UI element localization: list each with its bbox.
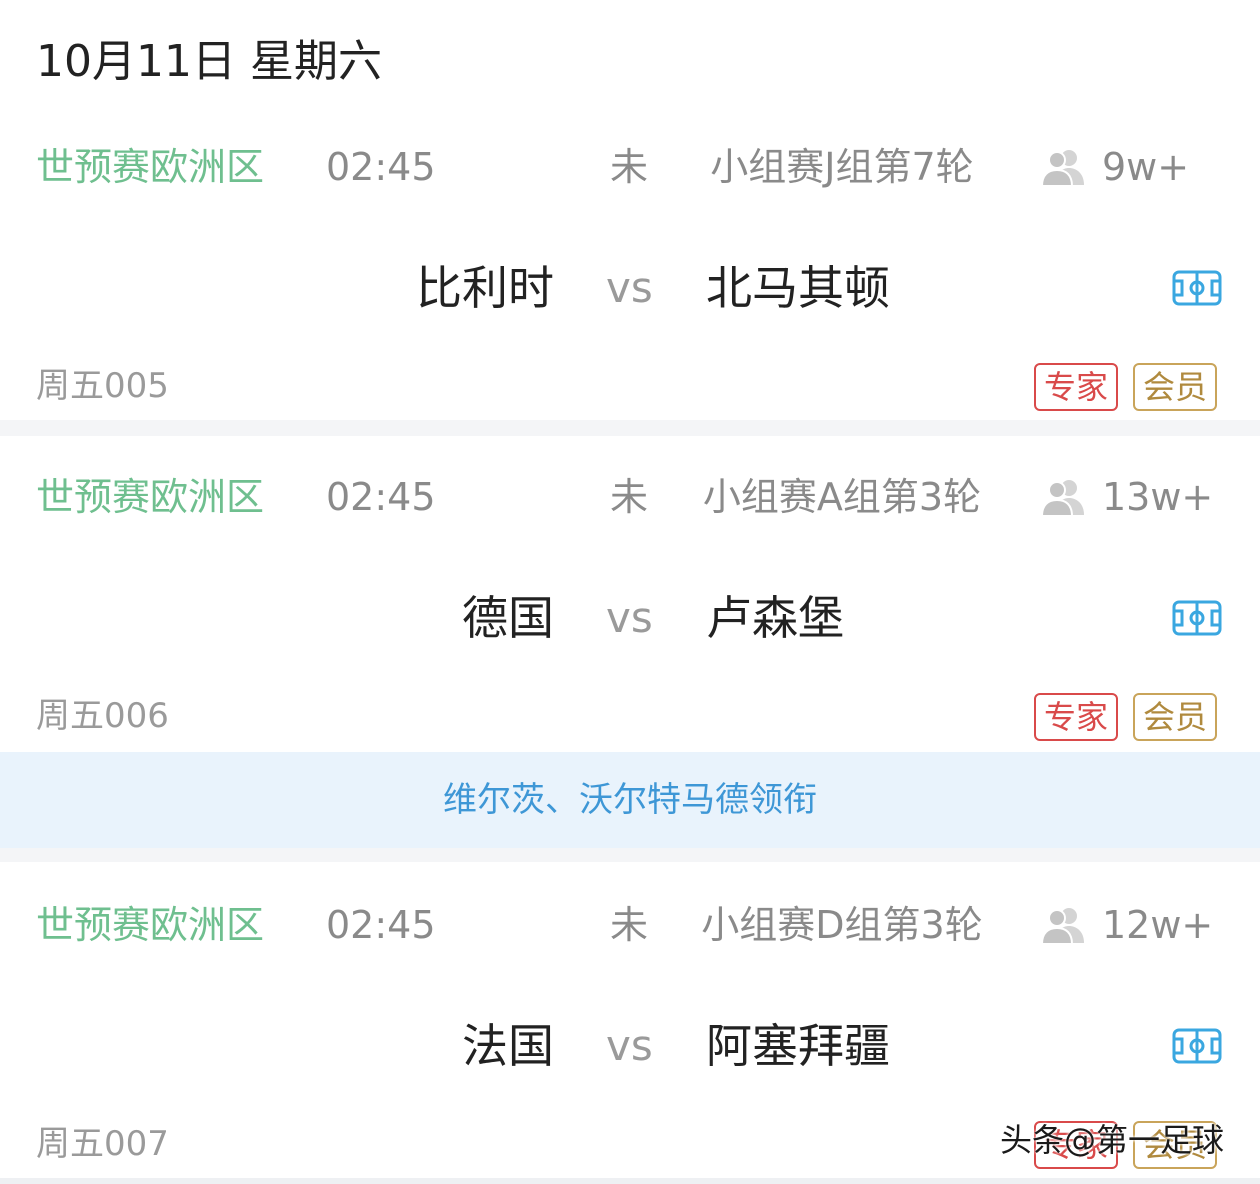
football-field-icon[interactable] — [1172, 600, 1222, 636]
match-card[interactable]: 世预赛欧洲区 02:45 未 小组赛A组第3轮 13w+ 德国 vs 卢森堡 周… — [0, 436, 1260, 752]
match-footer-row: 周五005 专家 会员 — [0, 356, 1260, 416]
match-round: 小组赛A组第3轮 — [702, 475, 982, 519]
bottom-divider — [0, 1178, 1260, 1184]
match-info-row: 世预赛欧洲区 02:45 未 小组赛D组第3轮 12w+ — [0, 890, 1260, 960]
match-info-row: 世预赛欧洲区 02:45 未 小组赛J组第7轮 9w+ — [0, 132, 1260, 202]
match-round: 小组赛D组第3轮 — [701, 903, 983, 947]
people-icon — [1040, 480, 1084, 517]
member-badge[interactable]: 会员 — [1133, 363, 1218, 411]
away-team: 阿塞拜疆 — [706, 1019, 890, 1073]
viewer-count: 12w+ — [1102, 903, 1214, 947]
league-name: 世预赛欧洲区 — [36, 475, 265, 519]
match-info-row: 世预赛欧洲区 02:45 未 小组赛A组第3轮 13w+ — [0, 462, 1260, 532]
away-team: 卢森堡 — [706, 591, 844, 645]
vs-label: vs — [606, 1021, 653, 1070]
home-team: 德国 — [462, 591, 554, 645]
vs-label: vs — [606, 593, 653, 642]
home-team: 法国 — [462, 1019, 554, 1073]
card-divider — [0, 420, 1260, 436]
watermark: 头条@第一足球 — [1000, 1121, 1225, 1159]
teams-row: 法国 vs 阿塞拜疆 — [0, 1006, 1260, 1086]
member-badge[interactable]: 会员 — [1133, 693, 1218, 741]
people-icon — [1040, 908, 1084, 945]
home-team: 比利时 — [416, 261, 554, 315]
expert-badge[interactable]: 专家 — [1034, 363, 1119, 411]
match-code: 周五005 — [36, 366, 169, 406]
match-status: 未 — [610, 145, 649, 189]
viewer-count: 13w+ — [1102, 475, 1214, 519]
football-field-icon[interactable] — [1172, 270, 1222, 306]
news-banner[interactable]: 维尔茨、沃尔特马德领衔 — [0, 752, 1260, 848]
viewer-count: 9w+ — [1102, 145, 1190, 189]
match-status: 未 — [610, 475, 649, 519]
match-status: 未 — [610, 903, 649, 947]
league-name: 世预赛欧洲区 — [36, 145, 265, 189]
match-time: 02:45 — [326, 475, 436, 519]
people-icon — [1040, 150, 1084, 187]
card-divider — [0, 848, 1260, 862]
match-card[interactable]: 世预赛欧洲区 02:45 未 小组赛J组第7轮 9w+ 比利时 vs 北马其顿 … — [0, 120, 1260, 420]
teams-row: 德国 vs 卢森堡 — [0, 578, 1260, 658]
match-time: 02:45 — [326, 903, 436, 947]
match-footer-row: 周五006 专家 会员 — [0, 686, 1260, 746]
league-name: 世预赛欧洲区 — [36, 903, 265, 947]
news-banner-text: 维尔茨、沃尔特马德领衔 — [443, 780, 817, 820]
date-header: 10月11日 星期六 — [36, 36, 382, 87]
football-field-icon[interactable] — [1172, 1028, 1222, 1064]
vs-label: vs — [606, 263, 653, 312]
teams-row: 比利时 vs 北马其顿 — [0, 248, 1260, 328]
expert-badge[interactable]: 专家 — [1034, 693, 1119, 741]
match-code: 周五006 — [36, 696, 169, 736]
away-team: 北马其顿 — [706, 261, 890, 315]
match-round: 小组赛J组第7轮 — [710, 145, 974, 189]
match-code: 周五007 — [36, 1124, 169, 1164]
match-time: 02:45 — [326, 145, 436, 189]
